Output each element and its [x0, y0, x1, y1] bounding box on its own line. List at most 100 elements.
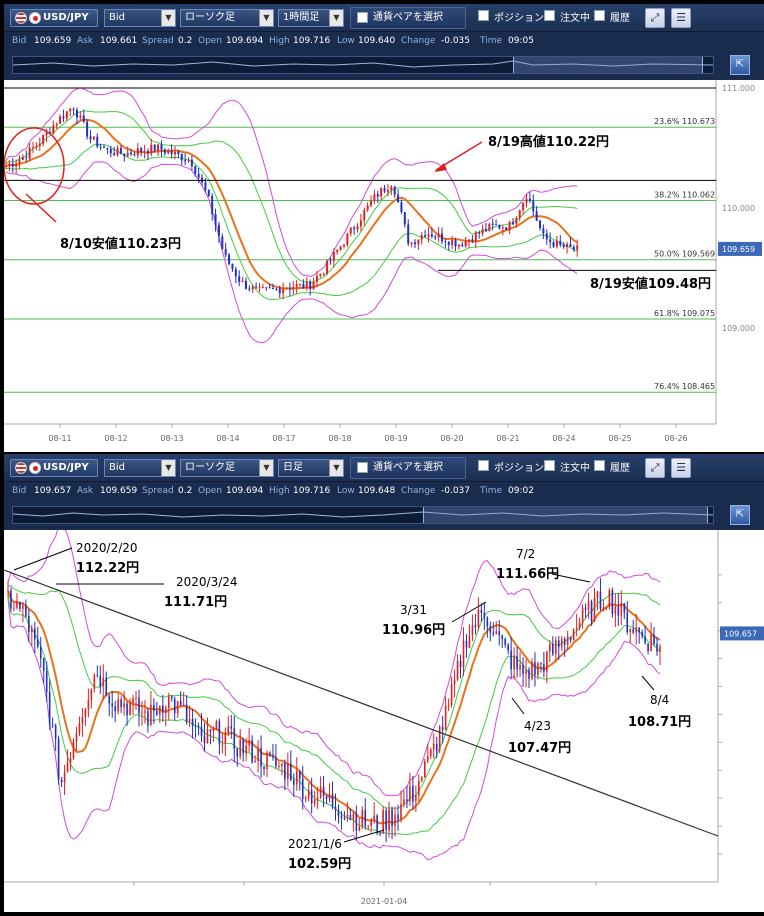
candle-body [105, 677, 108, 696]
candle-body [140, 148, 143, 152]
price-type-select[interactable]: Bid ▼ [104, 9, 176, 27]
history-checkbox[interactable] [594, 10, 605, 21]
navigator-track[interactable] [12, 506, 714, 524]
candle-body [299, 283, 302, 285]
chart-type-value: ローソク足 [185, 12, 235, 23]
navigator-zoom-icon[interactable]: ⇱ [730, 55, 750, 75]
candle-body [447, 705, 450, 707]
candle-body [245, 745, 247, 754]
currency-pair-badge[interactable]: USD/JPY [10, 459, 98, 477]
timeframe-select[interactable]: 日足 ▼ [278, 459, 344, 477]
x-tick-label: 08-19 [384, 434, 407, 443]
candle-body [72, 741, 75, 758]
candle-body [456, 660, 459, 680]
navigator-selection-handle[interactable] [513, 57, 703, 73]
chart-type-select[interactable]: ローソク足 ▼ [180, 459, 274, 477]
candle-body [106, 147, 109, 149]
candle-body [397, 814, 399, 820]
candle-body [451, 240, 454, 245]
menu-list-icon[interactable]: ☰ [671, 8, 691, 28]
candle-body [346, 233, 349, 245]
navigator-zoom-icon[interactable]: ⇱ [730, 505, 750, 525]
orders-checkbox[interactable] [544, 460, 555, 471]
price-type-select[interactable]: Bid ▼ [104, 459, 176, 477]
select-pair-label: 通貨ペアを選択 [373, 462, 443, 473]
select-pair-button[interactable]: 通貨ペアを選択 [350, 7, 466, 29]
candle-body [290, 763, 292, 780]
candle-body [590, 601, 593, 621]
candle-body [265, 287, 268, 289]
candle-body [177, 151, 180, 155]
candle-body [295, 770, 298, 785]
high-value: 109.716 [293, 486, 331, 496]
candle-body [593, 597, 596, 621]
candle-body [287, 763, 289, 779]
candle-body [346, 814, 349, 819]
navigator-selection-handle[interactable] [423, 507, 708, 523]
fibonacci-value: 109.075 [682, 309, 715, 318]
candle-body [427, 234, 430, 237]
candle-body [491, 223, 494, 225]
candle-body [38, 143, 41, 146]
candle-body [516, 655, 518, 670]
annotation-value: 110.96円 [382, 623, 445, 638]
chart-type-select[interactable]: ローソク足 ▼ [180, 9, 274, 27]
candle-body [508, 222, 511, 231]
candle-body [534, 661, 536, 676]
chart-settings-icon[interactable]: ⤢ [645, 458, 665, 478]
position-checkbox[interactable] [478, 10, 489, 21]
candle-body [254, 761, 256, 763]
candle-body [13, 607, 15, 609]
annotation-value: 108.71円 [628, 715, 691, 730]
candle-body [310, 789, 313, 804]
timeframe-value: 日足 [283, 462, 303, 473]
navigator-track[interactable] [12, 56, 714, 74]
position-checkbox[interactable] [478, 460, 489, 471]
candle-body [528, 669, 530, 679]
candle-body [185, 704, 188, 722]
bid-value: 109.659 [34, 36, 72, 46]
time-label: Time [480, 486, 503, 496]
select-pair-label: 通貨ペアを選択 [373, 12, 443, 23]
chart-settings-icon[interactable]: ⤢ [645, 8, 665, 28]
currency-pair-badge[interactable]: USD/JPY [10, 9, 98, 27]
menu-list-icon[interactable]: ☰ [671, 458, 691, 478]
candle-body [59, 116, 62, 124]
candle-body [90, 688, 93, 701]
candle-body [504, 639, 506, 645]
candle-body [261, 287, 264, 289]
candle-body [478, 232, 481, 234]
candle-body [629, 629, 632, 632]
fibonacci-label: 76.4% [654, 382, 680, 391]
candle-body [566, 243, 569, 248]
candle-body [367, 825, 370, 827]
timeframe-select[interactable]: 1時間足 ▼ [278, 9, 344, 27]
select-pair-checkbox [357, 462, 368, 473]
x-tick-label: 08-12 [104, 434, 127, 443]
candle-body [429, 749, 432, 757]
candle-body [62, 116, 65, 119]
select-pair-button[interactable]: 通貨ペアを選択 [350, 457, 466, 479]
history-checkbox[interactable] [594, 460, 605, 471]
candle-body [457, 244, 460, 247]
annotation-value: 102.59円 [288, 857, 351, 872]
candle-body [438, 726, 441, 751]
candle-body [136, 148, 139, 156]
orders-checkbox[interactable] [544, 10, 555, 21]
candle-body [412, 785, 414, 802]
candle-body [305, 281, 308, 289]
high-label: High [269, 36, 290, 46]
candle-body [352, 813, 355, 820]
current-price-label: 109.659 [722, 245, 755, 254]
candle-body [376, 815, 378, 833]
x-tick-label: 08-25 [608, 434, 631, 443]
bid-label: Bid [12, 486, 27, 496]
candle-body [626, 612, 629, 632]
candle-body [238, 276, 241, 282]
y-tick-label: 109.000 [722, 324, 755, 333]
candle-body [182, 704, 185, 706]
ask-value: 109.661 [100, 36, 138, 46]
chevron-down-icon: ▼ [329, 10, 343, 26]
candle-body [307, 789, 310, 798]
annotation-arrow [13, 547, 73, 571]
